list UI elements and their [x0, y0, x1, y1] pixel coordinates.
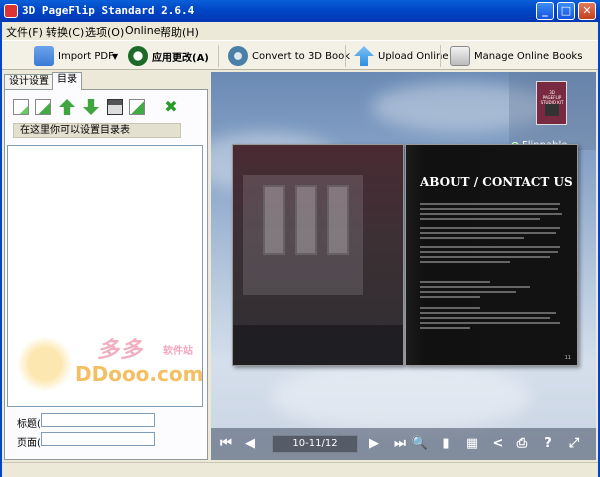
share-icon[interactable]: <	[489, 435, 507, 453]
toolbar: Import PDF ▼ 应用更改(A) Convert to 3D Book …	[0, 40, 600, 70]
next-page-icon[interactable]: ▶	[365, 435, 383, 453]
import-dropdown-arrow[interactable]: ▼	[112, 44, 118, 68]
convert-button[interactable]: Convert to 3D Book	[228, 44, 350, 68]
import-pdf-label: Import PDF	[58, 50, 114, 62]
last-page-icon[interactable]: ⏭	[391, 435, 409, 453]
manage-online-books-button[interactable]: Manage Online Books	[450, 44, 582, 68]
move-down-icon[interactable]	[83, 99, 99, 115]
navigation-bar: ⏮ ◀ 10-11/12 ▶ ⏭ 🔍 ▮ ▦ < ⎙ ? ⤢	[211, 428, 596, 460]
maximize-button[interactable]: □	[557, 2, 575, 20]
menu-convert[interactable]: 转换(C)	[46, 24, 84, 40]
book[interactable]: ABOUT / CONTACT US 11	[232, 142, 580, 368]
page-heading: ABOUT / CONTACT US	[420, 175, 573, 189]
gear-icon	[228, 46, 248, 66]
watermark-en: DDooo.com	[75, 362, 204, 386]
first-page-icon[interactable]: ⏮	[217, 435, 235, 453]
left-panel: 设计设置 目录 ✖ 在这里你可以设置目录表 多多 软件站 DDooo.com 标…	[4, 72, 208, 460]
page-label: 页面(	[17, 438, 41, 449]
panel-tabs: 设计设置 目录	[4, 72, 208, 90]
import-pdf-button[interactable]: Import PDF	[34, 44, 114, 68]
book-preview: 3D PAGEFLIP STUDIO KIT Flippable ABOUT /…	[211, 72, 596, 460]
add-page-icon[interactable]	[13, 99, 29, 115]
edit-icon[interactable]	[129, 99, 145, 115]
status-bar	[0, 462, 600, 477]
page-number: 11	[564, 355, 571, 361]
convert-label: Convert to 3D Book	[252, 50, 351, 62]
page-indicator[interactable]: 10-11/12	[272, 435, 358, 453]
upload-online-label: Upload Online	[378, 50, 449, 62]
apply-changes-label: 应用更改(A)	[152, 52, 209, 64]
manage-books-icon	[450, 46, 470, 66]
left-page[interactable]	[232, 144, 404, 366]
manage-online-books-label: Manage Online Books	[474, 50, 583, 62]
toc-panel: ✖ 在这里你可以设置目录表 多多 软件站 DDooo.com 标题( 页面(	[4, 89, 208, 460]
upload-arrow-icon	[354, 46, 374, 66]
menu-bar: 文件(F) 转换(C) 选项(O) Online 帮助(H)	[0, 22, 600, 40]
fullscreen-icon[interactable]: ⤢	[565, 435, 583, 453]
window-title: 3D PageFlip Standard 2.6.4	[22, 4, 195, 17]
zoom-icon[interactable]: 🔍	[411, 435, 429, 453]
title-bar: 3D PageFlip Standard 2.6.4 _ □ ✕	[0, 0, 600, 22]
toc-hint: 在这里你可以设置目录表	[13, 123, 181, 138]
app-icon	[4, 4, 18, 18]
title-field[interactable]	[41, 413, 155, 427]
tab-design-settings[interactable]: 设计设置	[4, 74, 54, 90]
bookmark-icon[interactable]: ▮	[437, 435, 455, 453]
upload-online-button[interactable]: Upload Online	[354, 44, 448, 68]
menu-file[interactable]: 文件(F)	[6, 24, 43, 40]
book-thumbnail[interactable]: 3D PAGEFLIP STUDIO KIT	[536, 81, 567, 125]
title-label: 标题(	[17, 419, 41, 430]
close-button[interactable]: ✕	[578, 2, 596, 20]
delete-icon[interactable]: ✖	[163, 99, 179, 115]
print-icon[interactable]: ⎙	[513, 435, 531, 453]
save-icon[interactable]	[107, 99, 123, 115]
page-field[interactable]	[41, 432, 155, 446]
menu-options[interactable]: 选项(O)	[85, 24, 124, 40]
watermark-cn: 多多	[97, 338, 144, 363]
thumbnails-icon[interactable]: ▦	[463, 435, 481, 453]
import-pdf-icon	[34, 46, 54, 66]
move-up-icon[interactable]	[59, 99, 75, 115]
menu-help[interactable]: 帮助(H)	[160, 24, 199, 40]
right-page[interactable]: ABOUT / CONTACT US 11	[405, 144, 578, 366]
refresh-icon	[128, 46, 148, 66]
watermark: 多多 软件站 DDooo.com	[13, 330, 203, 400]
add-child-icon[interactable]	[35, 99, 51, 115]
horse-logo-icon	[17, 336, 73, 392]
watermark-cn2: 软件站	[163, 346, 193, 357]
menu-online[interactable]: Online	[125, 24, 160, 37]
help-icon[interactable]: ?	[539, 435, 557, 453]
minimize-button[interactable]: _	[536, 2, 554, 20]
tab-toc[interactable]: 目录	[52, 72, 82, 90]
prev-page-icon[interactable]: ◀	[241, 435, 259, 453]
apply-changes-button[interactable]: 应用更改(A)	[128, 44, 209, 68]
